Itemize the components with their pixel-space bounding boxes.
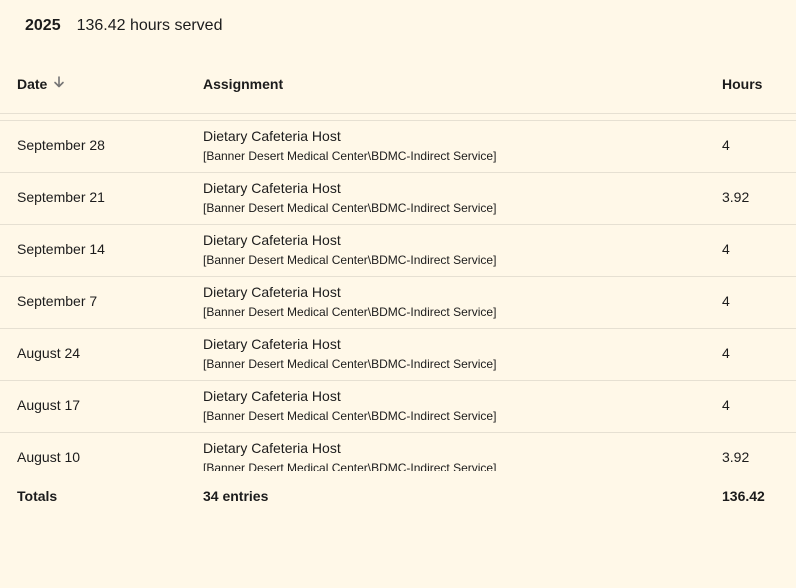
year-summary: 2025 136.42 hours served bbox=[25, 14, 222, 38]
totals-row: Totals 34 entries 136.42 bbox=[0, 488, 796, 506]
table-row: August 17 Dietary Cafeteria Host [Banner D… bbox=[0, 381, 796, 433]
date-column-header[interactable]: Date bbox=[17, 76, 65, 92]
row-hours: 3.92 bbox=[722, 449, 750, 465]
table-row: August 10 Dietary Cafeteria Host [Banner D… bbox=[0, 433, 796, 471]
table-row: September 21 Dietary Cafeteria Host [Banne… bbox=[0, 173, 796, 225]
row-hours: 4 bbox=[722, 397, 730, 413]
row-assignment: Dietary Cafeteria Host [Banner Desert Med… bbox=[203, 128, 496, 163]
row-date: August 10 bbox=[17, 449, 81, 465]
row-assignment: Dietary Cafeteria Host [Banner Desert Med… bbox=[203, 388, 496, 423]
row-hours: 4 bbox=[722, 345, 730, 361]
row-date: August 17 bbox=[17, 397, 81, 413]
row-hours: 3.92 bbox=[722, 189, 750, 205]
date-column-label: Date bbox=[17, 76, 48, 92]
assignment-location: [Banner Desert Medical Center\BDMC-Indir… bbox=[203, 357, 497, 371]
table-row: September 7 Dietary Cafeteria Host [Banner… bbox=[0, 277, 796, 329]
assignment-title: Dietary Cafeteria Host bbox=[203, 128, 341, 144]
assignment-column-header[interactable]: Assignment bbox=[203, 76, 283, 92]
assignment-title: Dietary Cafeteria Host bbox=[203, 284, 341, 300]
assignment-title: Dietary Cafeteria Host bbox=[203, 232, 341, 248]
table-body[interactable]: September 28 Dietary Cafeteria Host [Banne… bbox=[0, 114, 796, 471]
row-hours: 4 bbox=[722, 241, 730, 257]
assignment-title: Dietary Cafeteria Host bbox=[203, 440, 341, 456]
row-assignment: Dietary Cafeteria Host [Banner Desert Med… bbox=[203, 440, 496, 471]
row-assignment: Dietary Cafeteria Host [Banner Desert Med… bbox=[203, 284, 496, 319]
table-row: September 28 Dietary Cafeteria Host [Banne… bbox=[0, 121, 796, 173]
row-divider bbox=[0, 114, 796, 121]
table-row: September 14 Dietary Cafeteria Host [Banne… bbox=[0, 225, 796, 277]
year-label: 2025 bbox=[25, 17, 61, 34]
assignment-location: [Banner Desert Medical Center\BDMC-Indir… bbox=[203, 409, 497, 423]
assignment-title: Dietary Cafeteria Host bbox=[203, 180, 341, 196]
arrow-down-icon[interactable] bbox=[53, 76, 65, 92]
assignment-location: [Banner Desert Medical Center\BDMC-Indir… bbox=[203, 149, 497, 163]
row-date: August 24 bbox=[17, 345, 81, 361]
hours-served-summary: 136.42 hours served bbox=[76, 17, 223, 34]
row-hours: 4 bbox=[722, 293, 730, 309]
table-header: Date Assignment Hours bbox=[0, 72, 796, 98]
table-row: August 24 Dietary Cafeteria Host [Banner D… bbox=[0, 329, 796, 381]
row-date: September 7 bbox=[17, 293, 98, 309]
assignment-title: Dietary Cafeteria Host bbox=[203, 336, 341, 352]
row-date: September 21 bbox=[17, 189, 105, 205]
row-hours: 4 bbox=[722, 137, 730, 153]
row-date: September 14 bbox=[17, 241, 105, 257]
assignment-location: [Banner Desert Medical Center\BDMC-Indir… bbox=[203, 201, 497, 215]
totals-entries: 34 entries bbox=[203, 488, 269, 504]
row-date: September 28 bbox=[17, 137, 105, 153]
row-assignment: Dietary Cafeteria Host [Banner Desert Med… bbox=[203, 180, 496, 215]
hours-column-header[interactable]: Hours bbox=[722, 76, 762, 92]
assignment-location: [Banner Desert Medical Center\BDMC-Indir… bbox=[203, 305, 497, 319]
row-assignment: Dietary Cafeteria Host [Banner Desert Med… bbox=[203, 232, 496, 267]
row-assignment: Dietary Cafeteria Host [Banner Desert Med… bbox=[203, 336, 496, 371]
assignment-location: [Banner Desert Medical Center\BDMC-Indir… bbox=[203, 253, 497, 267]
totals-label: Totals bbox=[17, 488, 58, 504]
assignment-title: Dietary Cafeteria Host bbox=[203, 388, 341, 404]
assignment-location: [Banner Desert Medical Center\BDMC-Indir… bbox=[203, 461, 497, 471]
totals-hours: 136.42 bbox=[722, 488, 765, 504]
